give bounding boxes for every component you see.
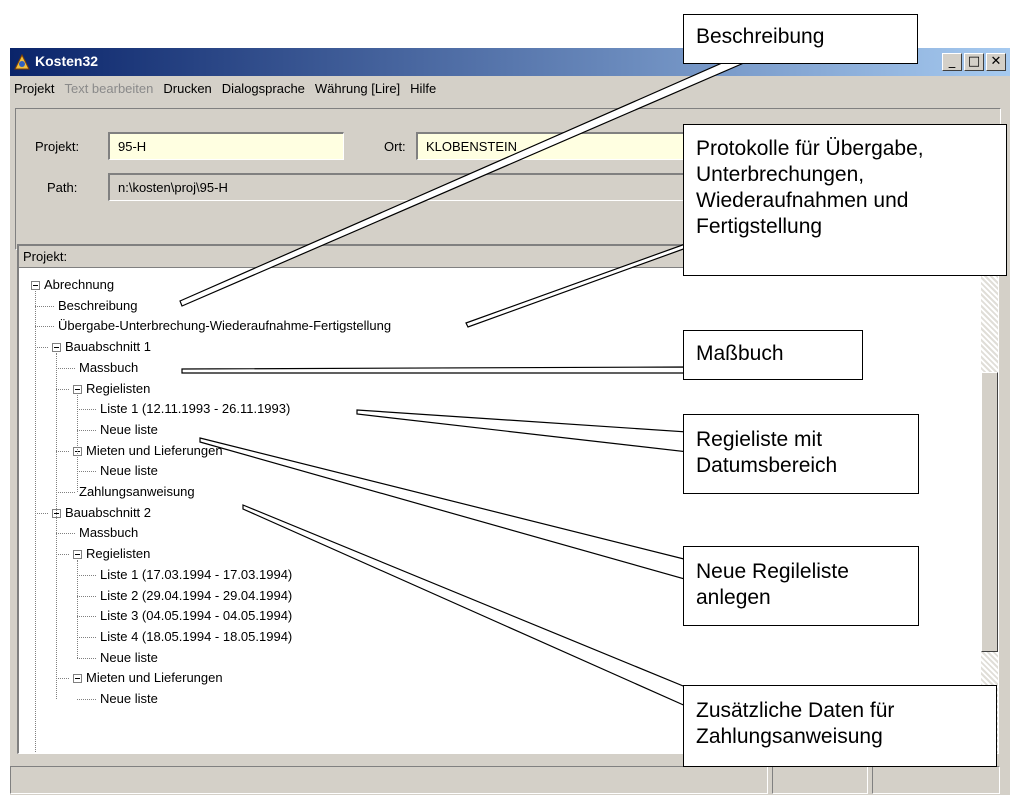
callout-lines xyxy=(179,55,761,708)
callout-protokolle: Protokolle für Übergabe, Unterbrechungen… xyxy=(683,124,1007,276)
callout-massbuch: Maßbuch xyxy=(683,330,863,380)
callout-neue-regieliste: Neue Regileliste anlegen xyxy=(683,546,919,626)
callout-zahlung: Zusätzliche Daten für Zahlungsanweisung xyxy=(683,685,997,767)
callout-beschreibung: Beschreibung xyxy=(683,14,918,64)
callout-regieliste: Regieliste mit Datumsbereich xyxy=(683,414,919,494)
